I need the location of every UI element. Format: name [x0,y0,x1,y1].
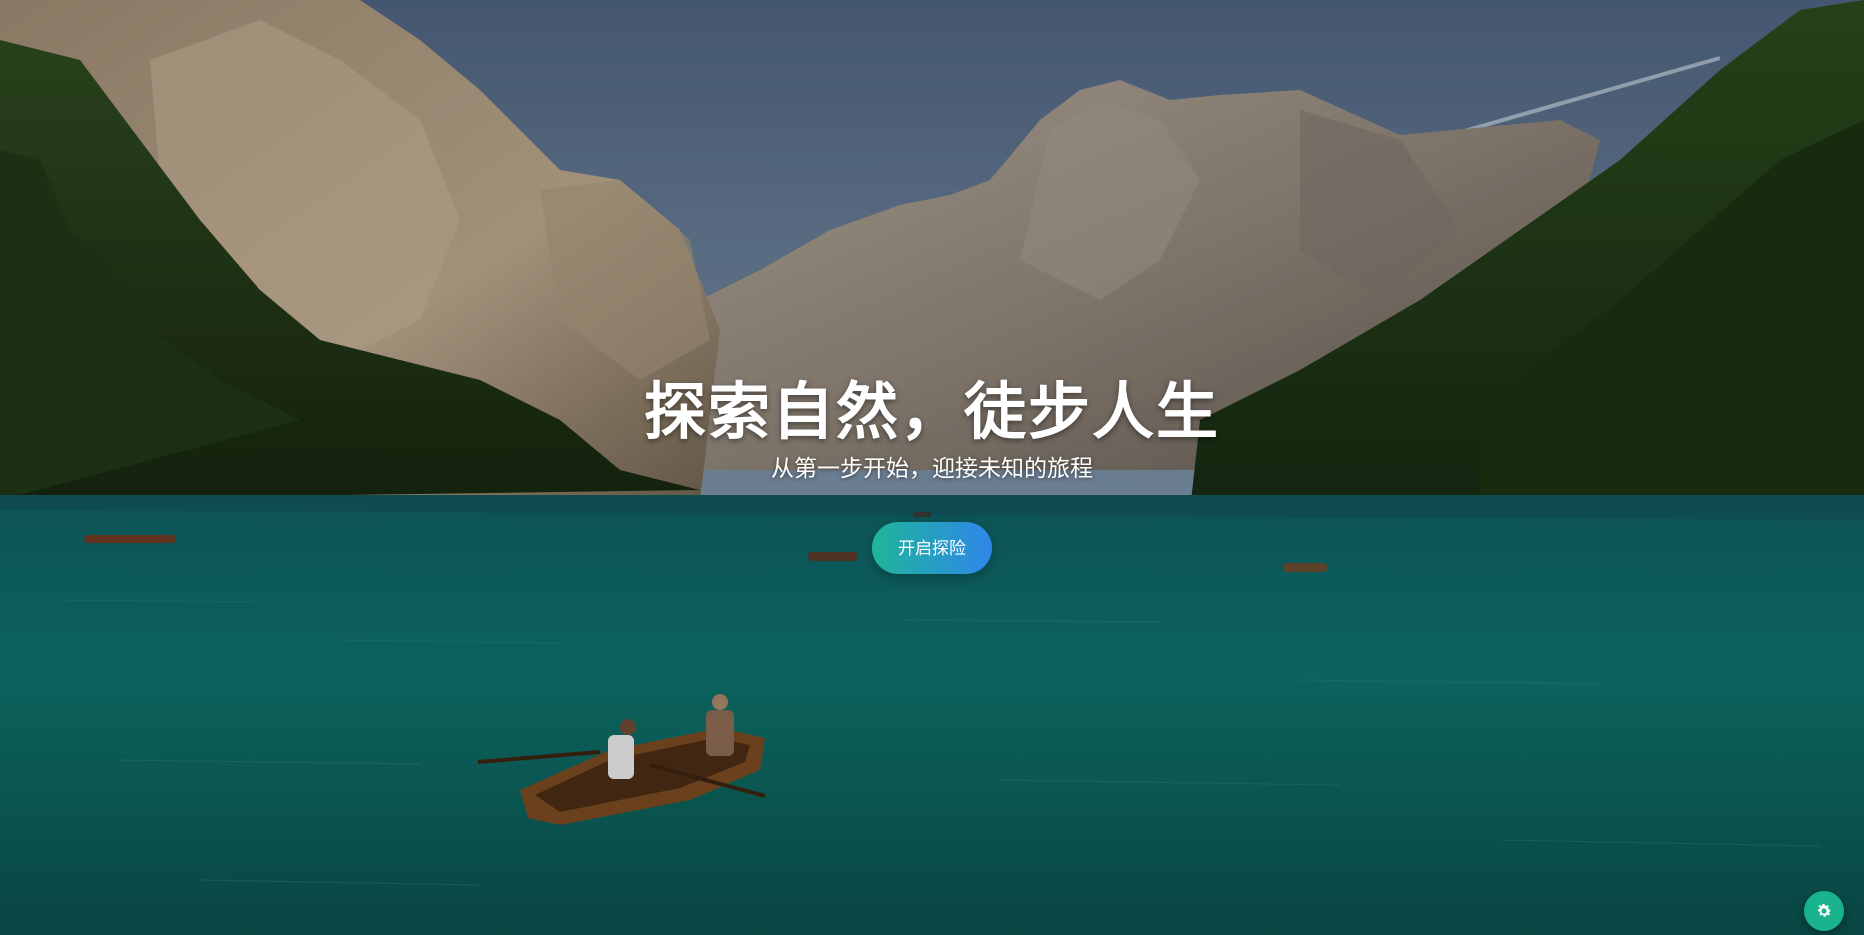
hero-section: 探索自然，徒步人生 从第一步开始，迎接未知的旅程 开启探险 [0,0,1864,935]
settings-button[interactable] [1804,891,1844,931]
hero-subtitle: 从第一步开始，迎接未知的旅程 [771,456,1093,482]
hero-title: 探索自然，徒步人生 [643,375,1220,448]
hero-content: 探索自然，徒步人生 从第一步开始，迎接未知的旅程 开启探险 [0,372,1864,574]
gear-icon [1815,902,1833,920]
start-adventure-button[interactable]: 开启探险 [872,522,992,574]
